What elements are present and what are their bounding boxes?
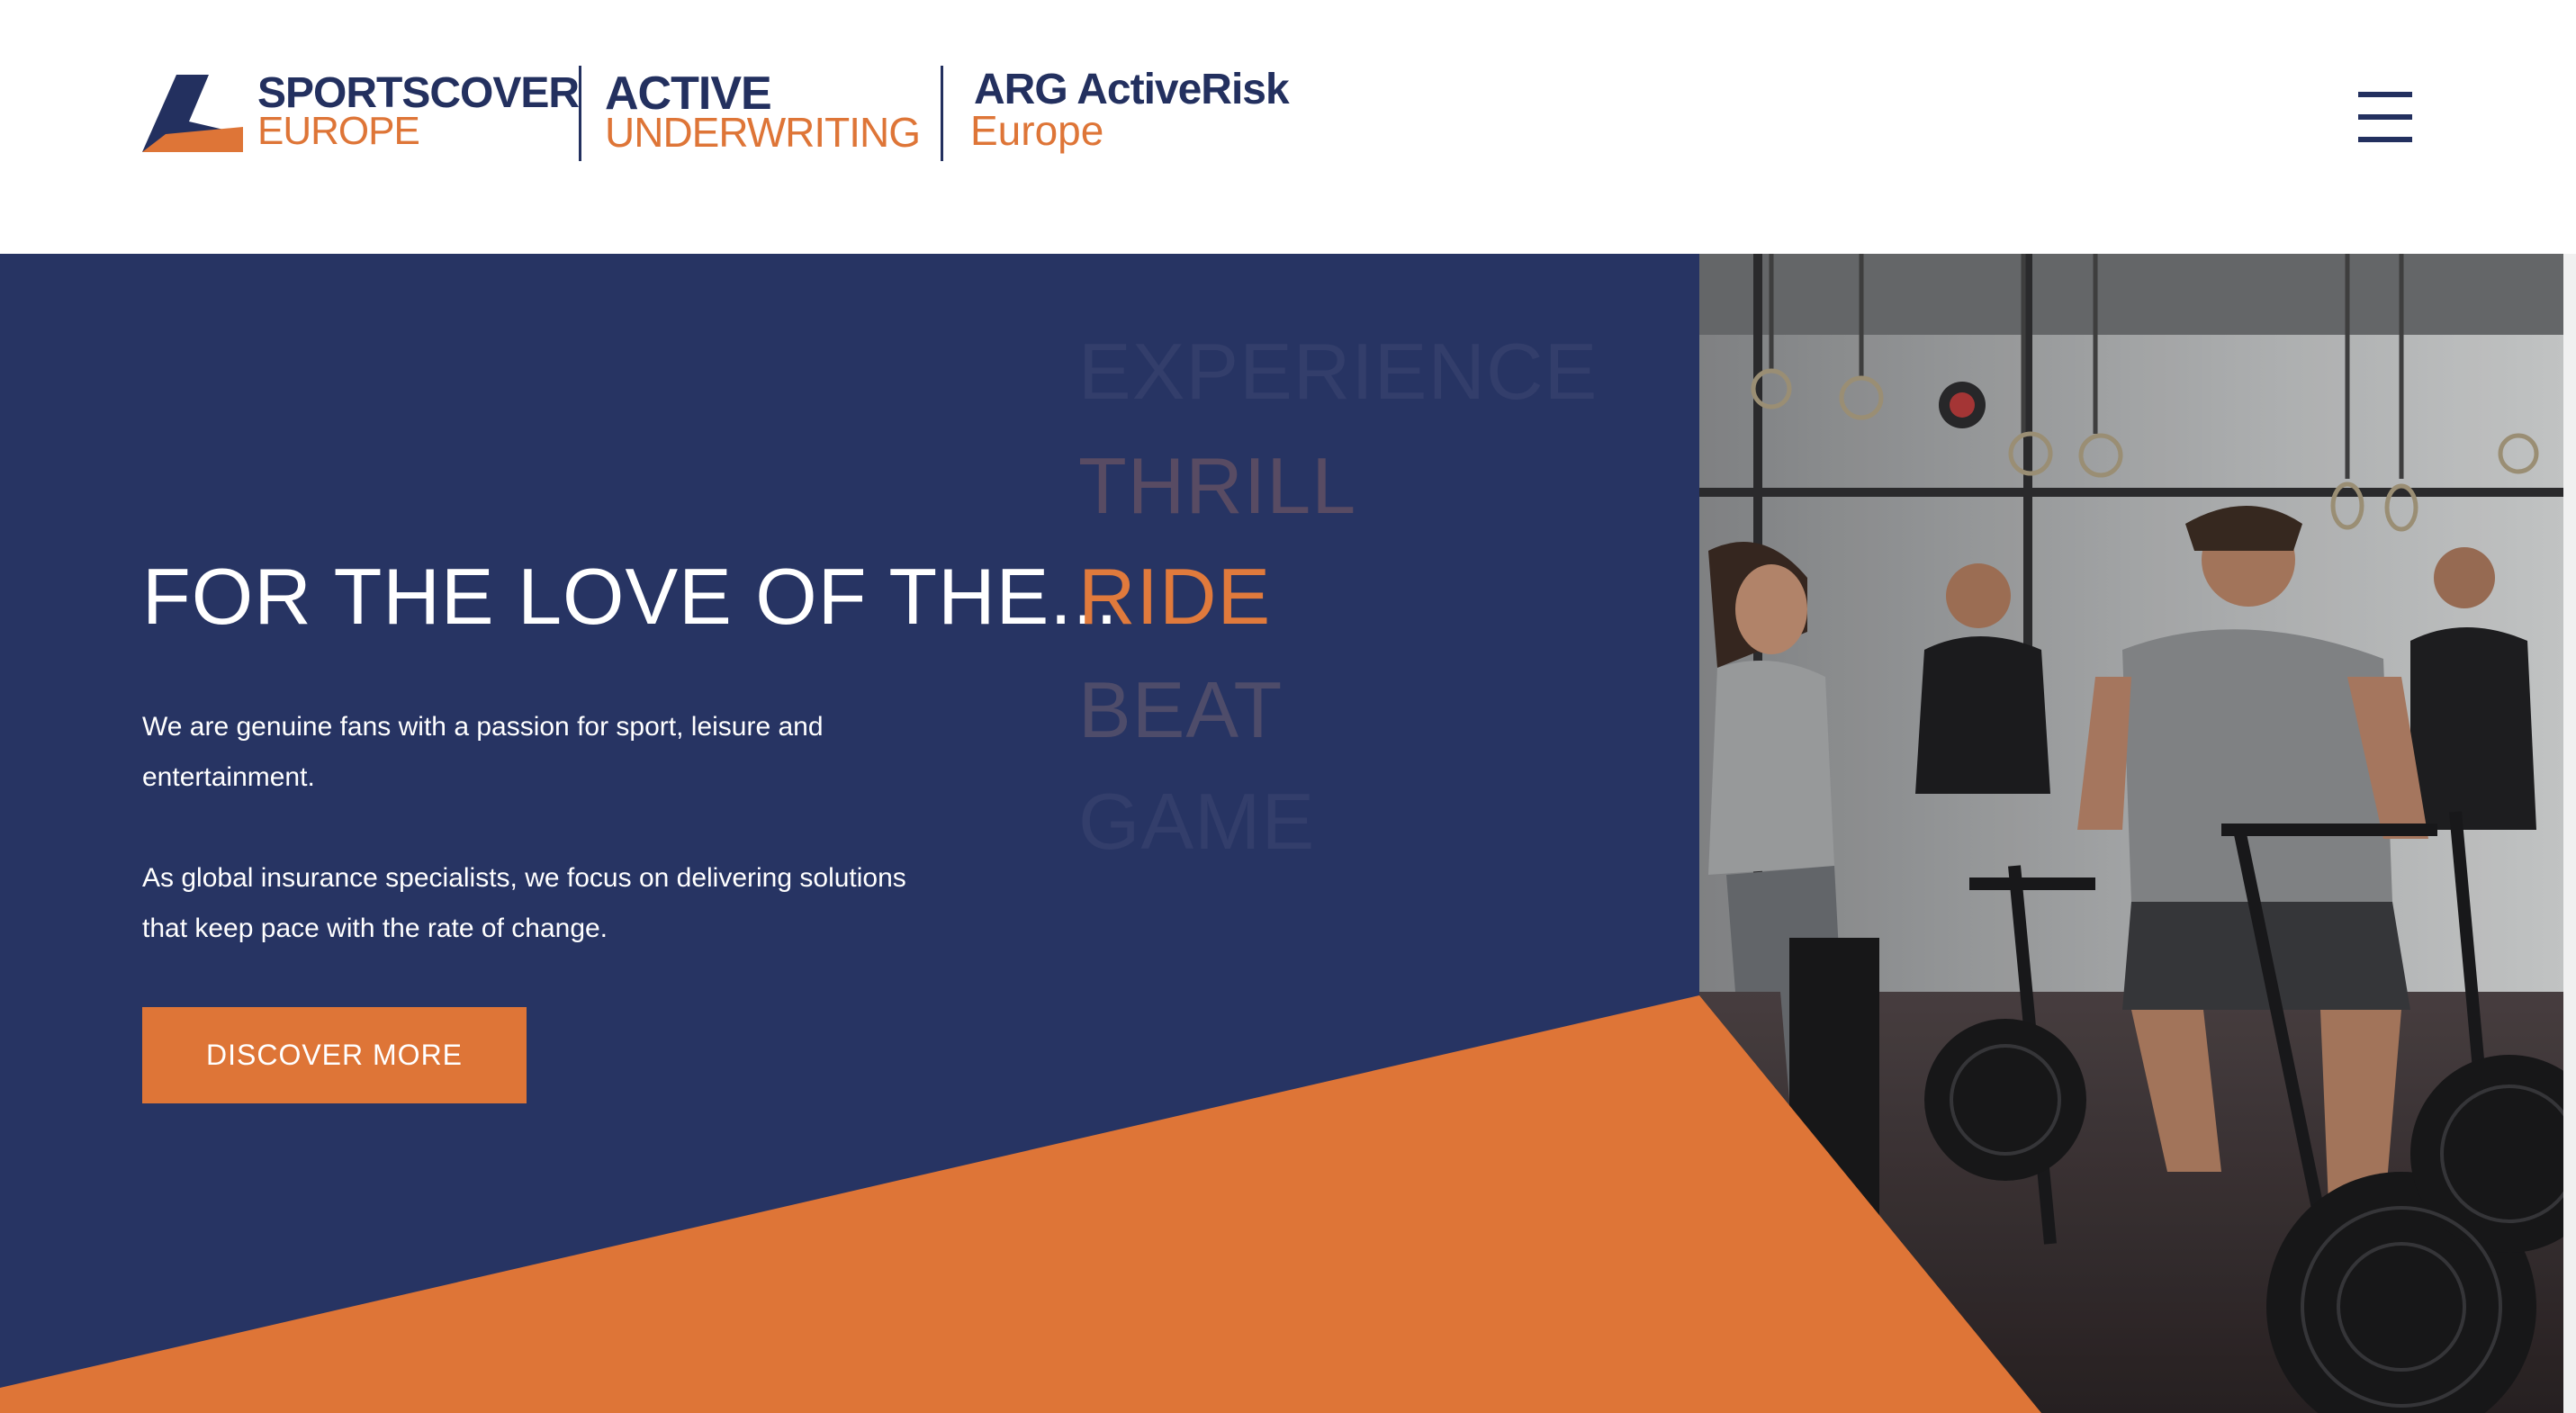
site-header: SPORTSCOVER EUROPE ACTIVE UNDERWRITING A… <box>0 0 2576 254</box>
rotating-word-list: EXPERIENCE THRILL RIDE BEAT GAME <box>1078 332 1654 908</box>
rotating-word: BEAT <box>1078 665 1283 754</box>
logo-divider <box>579 66 581 161</box>
sportscover-logo-mark-icon <box>142 75 243 152</box>
arg-activerisk-europe-logo[interactable]: ARG ActiveRisk Europe <box>970 68 1294 158</box>
arg-logo-line2: Europe <box>970 107 1104 154</box>
hamburger-menu-icon[interactable] <box>2349 86 2421 148</box>
arg-logo-line1: ARG ActiveRisk <box>974 66 1290 113</box>
hero-intro-paragraph: We are genuine fans with a passion for s… <box>142 712 824 792</box>
logo-divider <box>941 66 943 161</box>
page-scrollbar[interactable] <box>2563 254 2576 1413</box>
people-on-air-bikes-in-gym-photo <box>1699 254 2563 1413</box>
sportscover-europe-logo[interactable]: SPORTSCOVER EUROPE <box>142 72 580 162</box>
sportscover-logo-line2: EUROPE <box>257 109 420 153</box>
hero-section: FOR THE LOVE OF THE... EXPERIENCE THRILL… <box>0 254 2576 1413</box>
active-underwriting-logo[interactable]: ACTIVE UNDERWRITING <box>605 70 929 160</box>
discover-more-button[interactable]: DISCOVER MORE <box>142 1007 527 1103</box>
active-underwriting-logo-line2: UNDERWRITING <box>605 109 921 156</box>
hero-headline: FOR THE LOVE OF THE... <box>142 552 1119 641</box>
rotating-word: EXPERIENCE <box>1078 327 1599 416</box>
rotating-word: THRILL <box>1078 441 1357 530</box>
rotating-word: GAME <box>1078 777 1316 866</box>
rotating-word-active: RIDE <box>1078 552 1272 641</box>
hero-specialists-paragraph: As global insurance specialists, we focu… <box>142 863 906 943</box>
